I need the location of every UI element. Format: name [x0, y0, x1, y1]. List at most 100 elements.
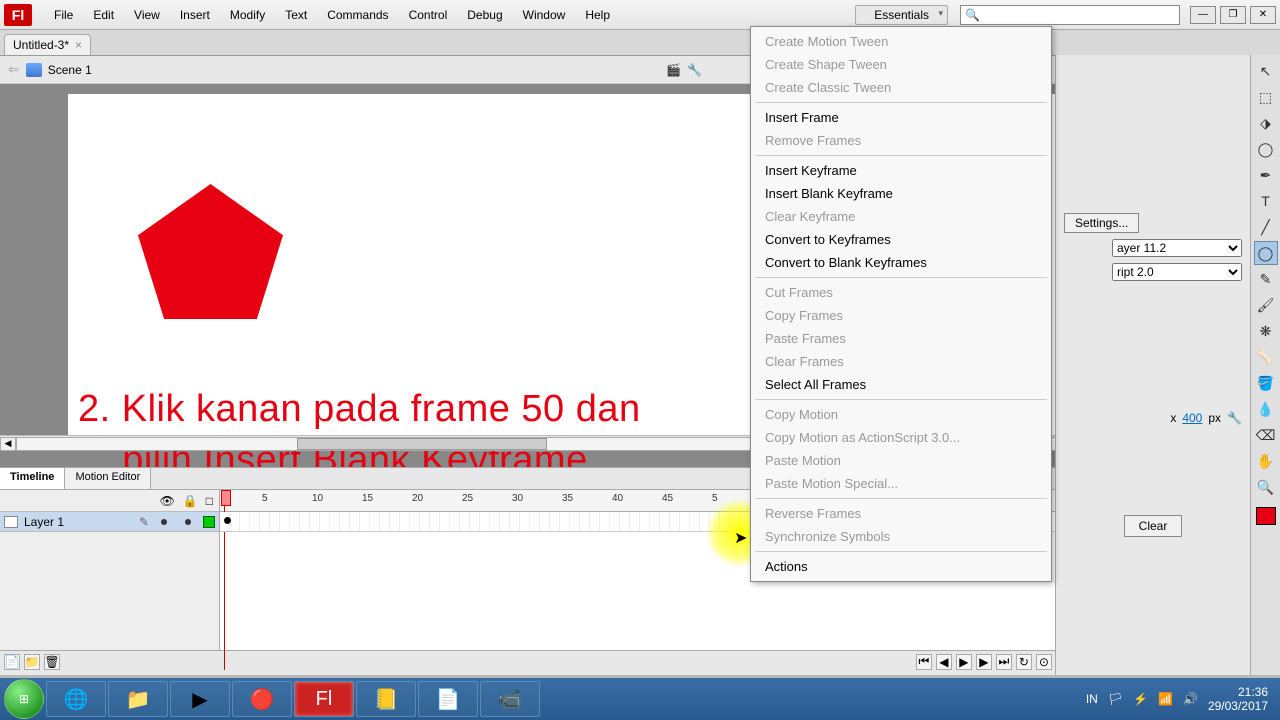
eraser-tool-icon[interactable]: ⌫	[1254, 423, 1278, 447]
script-select[interactable]: ript 2.0	[1112, 263, 1242, 281]
edit-scene-icon[interactable]: 🎬	[666, 63, 681, 77]
menu-item-create-motion-tween: Create Motion Tween	[751, 30, 1051, 53]
onion-skin-button[interactable]: ⊙	[1036, 654, 1052, 670]
menu-item-create-shape-tween: Create Shape Tween	[751, 53, 1051, 76]
outline-color[interactable]	[203, 516, 215, 528]
menu-separator	[755, 551, 1047, 552]
new-folder-button[interactable]: 📁	[24, 654, 40, 670]
line-tool-icon[interactable]: ╱	[1254, 215, 1278, 239]
ruler-tick: 15	[362, 493, 373, 504]
tab-close-icon[interactable]: ×	[75, 38, 82, 52]
pen-tool-icon[interactable]: ✒	[1254, 163, 1278, 187]
outline-icon[interactable]: □	[206, 494, 213, 508]
publish-settings-button[interactable]: Settings...	[1064, 213, 1139, 233]
menu-text[interactable]: Text	[275, 4, 317, 26]
menu-debug[interactable]: Debug	[457, 4, 512, 26]
edit-symbol-icon[interactable]: 🔧	[687, 63, 702, 77]
paint-bucket-tool-icon[interactable]: 🪣	[1254, 371, 1278, 395]
eyedropper-tool-icon[interactable]: 💧	[1254, 397, 1278, 421]
menu-item-convert-to-blank-keyframes[interactable]: Convert to Blank Keyframes	[751, 251, 1051, 274]
tray-action-icon[interactable]: ⚡	[1133, 692, 1148, 706]
back-arrow-icon[interactable]: ⇐	[8, 61, 20, 78]
menu-item-remove-frames: Remove Frames	[751, 129, 1051, 152]
media-taskbar-icon[interactable]: ▶	[170, 681, 230, 717]
menu-item-convert-to-keyframes[interactable]: Convert to Keyframes	[751, 228, 1051, 251]
document-tab[interactable]: Untitled-3* ×	[4, 34, 91, 55]
tray-flag-icon[interactable]: 🏳	[1108, 692, 1123, 706]
loop-button[interactable]: ↻	[1016, 654, 1032, 670]
notes-taskbar-icon[interactable]: 📒	[356, 681, 416, 717]
menu-commands[interactable]: Commands	[317, 4, 398, 26]
flash-taskbar-icon[interactable]: Fl	[294, 681, 354, 717]
pentagon-shape[interactable]	[138, 184, 283, 319]
menu-window[interactable]: Window	[513, 4, 576, 26]
visibility-icon[interactable]: 👁	[160, 494, 175, 508]
menu-control[interactable]: Control	[399, 4, 458, 26]
lang-indicator[interactable]: IN	[1086, 692, 1098, 706]
scroll-left-icon[interactable]: ◀	[0, 437, 16, 451]
subselection-tool-icon[interactable]: ⬚	[1254, 85, 1278, 109]
camera-taskbar-icon[interactable]: 📹	[480, 681, 540, 717]
menu-edit[interactable]: Edit	[83, 4, 124, 26]
wrench-icon[interactable]: 🔧	[1227, 411, 1242, 425]
scene-name: Scene 1	[48, 63, 92, 77]
menu-item-copy-motion-as-actionscript-3-0-: Copy Motion as ActionScript 3.0...	[751, 426, 1051, 449]
layer-row[interactable]: Layer 1 ✎	[0, 512, 219, 532]
pencil-tool-icon[interactable]: ✎	[1254, 267, 1278, 291]
lasso-tool-icon[interactable]: ◯	[1254, 137, 1278, 161]
free-transform-tool-icon[interactable]: ⬗	[1254, 111, 1278, 135]
menu-insert[interactable]: Insert	[170, 4, 220, 26]
first-frame-button[interactable]: ⏮	[916, 654, 932, 670]
tab-timeline[interactable]: Timeline	[0, 468, 65, 489]
prev-frame-button[interactable]: ◀	[936, 654, 952, 670]
next-frame-button[interactable]: ▶	[976, 654, 992, 670]
size-value[interactable]: 400	[1182, 411, 1202, 425]
menu-item-insert-keyframe[interactable]: Insert Keyframe	[751, 159, 1051, 182]
menu-item-paste-motion-special-: Paste Motion Special...	[751, 472, 1051, 495]
visibility-dot[interactable]	[161, 519, 167, 525]
lock-dot[interactable]	[185, 519, 191, 525]
clock[interactable]: 21:36 29/03/2017	[1208, 685, 1268, 714]
selection-tool-icon[interactable]: ↖	[1254, 59, 1278, 83]
search-input[interactable]: 🔍	[960, 5, 1180, 25]
workspace-switcher[interactable]: Essentials	[855, 5, 948, 25]
close-button[interactable]: ✕	[1250, 6, 1276, 24]
menu-item-synchronize-symbols: Synchronize Symbols	[751, 525, 1051, 548]
scroll-thumb[interactable]	[297, 438, 547, 450]
menu-item-insert-blank-keyframe[interactable]: Insert Blank Keyframe	[751, 182, 1051, 205]
search-icon: 🔍	[965, 8, 980, 22]
tray-volume-icon[interactable]: 🔊	[1183, 692, 1198, 706]
menu-separator	[755, 277, 1047, 278]
oval-tool-icon[interactable]: ◯	[1254, 241, 1278, 265]
explorer-taskbar-icon[interactable]: 📁	[108, 681, 168, 717]
ie-taskbar-icon[interactable]: 🌐	[46, 681, 106, 717]
zoom-tool-icon[interactable]: 🔍	[1254, 475, 1278, 499]
menu-modify[interactable]: Modify	[220, 4, 275, 26]
minimize-button[interactable]: —	[1190, 6, 1216, 24]
last-frame-button[interactable]: ⏭	[996, 654, 1012, 670]
menu-file[interactable]: File	[44, 4, 83, 26]
deco-tool-icon[interactable]: ❋	[1254, 319, 1278, 343]
maximize-button[interactable]: ❐	[1220, 6, 1246, 24]
menu-item-select-all-frames[interactable]: Select All Frames	[751, 373, 1051, 396]
hand-tool-icon[interactable]: ✋	[1254, 449, 1278, 473]
bone-tool-icon[interactable]: 🦴	[1254, 345, 1278, 369]
menu-view[interactable]: View	[124, 4, 170, 26]
menu-item-insert-frame[interactable]: Insert Frame	[751, 106, 1051, 129]
chrome-taskbar-icon[interactable]: 🔴	[232, 681, 292, 717]
menu-item-actions[interactable]: Actions	[751, 555, 1051, 578]
play-button[interactable]: ▶	[956, 654, 972, 670]
clear-button[interactable]: Clear	[1124, 515, 1183, 537]
menu-help[interactable]: Help	[575, 4, 620, 26]
tab-motion-editor[interactable]: Motion Editor	[65, 468, 151, 489]
text-tool-icon[interactable]: T	[1254, 189, 1278, 213]
fill-color-swatch[interactable]	[1256, 507, 1276, 525]
player-select[interactable]: ayer 11.2	[1112, 239, 1242, 257]
delete-layer-button[interactable]: 🗑	[44, 654, 60, 670]
lock-icon[interactable]: 🔒	[183, 494, 198, 508]
brush-tool-icon[interactable]: 🖌	[1254, 293, 1278, 317]
notepad-taskbar-icon[interactable]: 📄	[418, 681, 478, 717]
new-layer-button[interactable]: 📄	[4, 654, 20, 670]
start-button[interactable]: ⊞	[4, 679, 44, 719]
tray-network-icon[interactable]: 📶	[1158, 692, 1173, 706]
